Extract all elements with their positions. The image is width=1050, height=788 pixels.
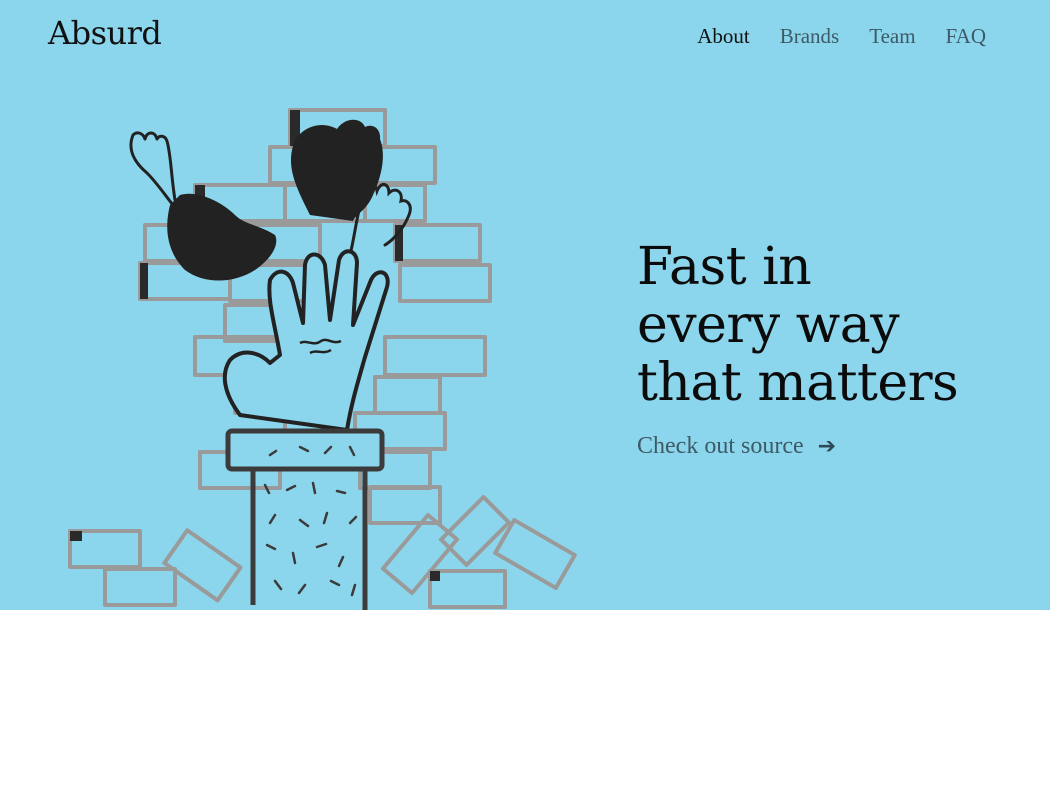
main-nav: About Brands Team FAQ <box>697 24 986 49</box>
hero-section: Absurd About Brands Team FAQ Fast in eve… <box>0 0 1050 610</box>
check-out-source-link[interactable]: Check out source ➔ <box>637 433 836 460</box>
brand-logo[interactable]: Absurd <box>48 14 162 52</box>
content-section <box>0 610 1050 788</box>
hands-brick-wall-illustration <box>68 108 577 610</box>
headline-line-2: every way <box>637 295 900 355</box>
cta-label: Check out source <box>637 433 804 459</box>
nav-item-team[interactable]: Team <box>869 24 915 49</box>
headline-line-1: Fast in <box>637 237 812 297</box>
nav-item-about[interactable]: About <box>697 24 750 49</box>
headline-line-3: that matters <box>637 353 959 413</box>
nav-item-brands[interactable]: Brands <box>780 24 840 49</box>
arrow-right-icon: ➔ <box>817 434 837 459</box>
hero-headline: Fast in every way that matters <box>637 237 959 413</box>
nav-item-faq[interactable]: FAQ <box>946 24 986 49</box>
